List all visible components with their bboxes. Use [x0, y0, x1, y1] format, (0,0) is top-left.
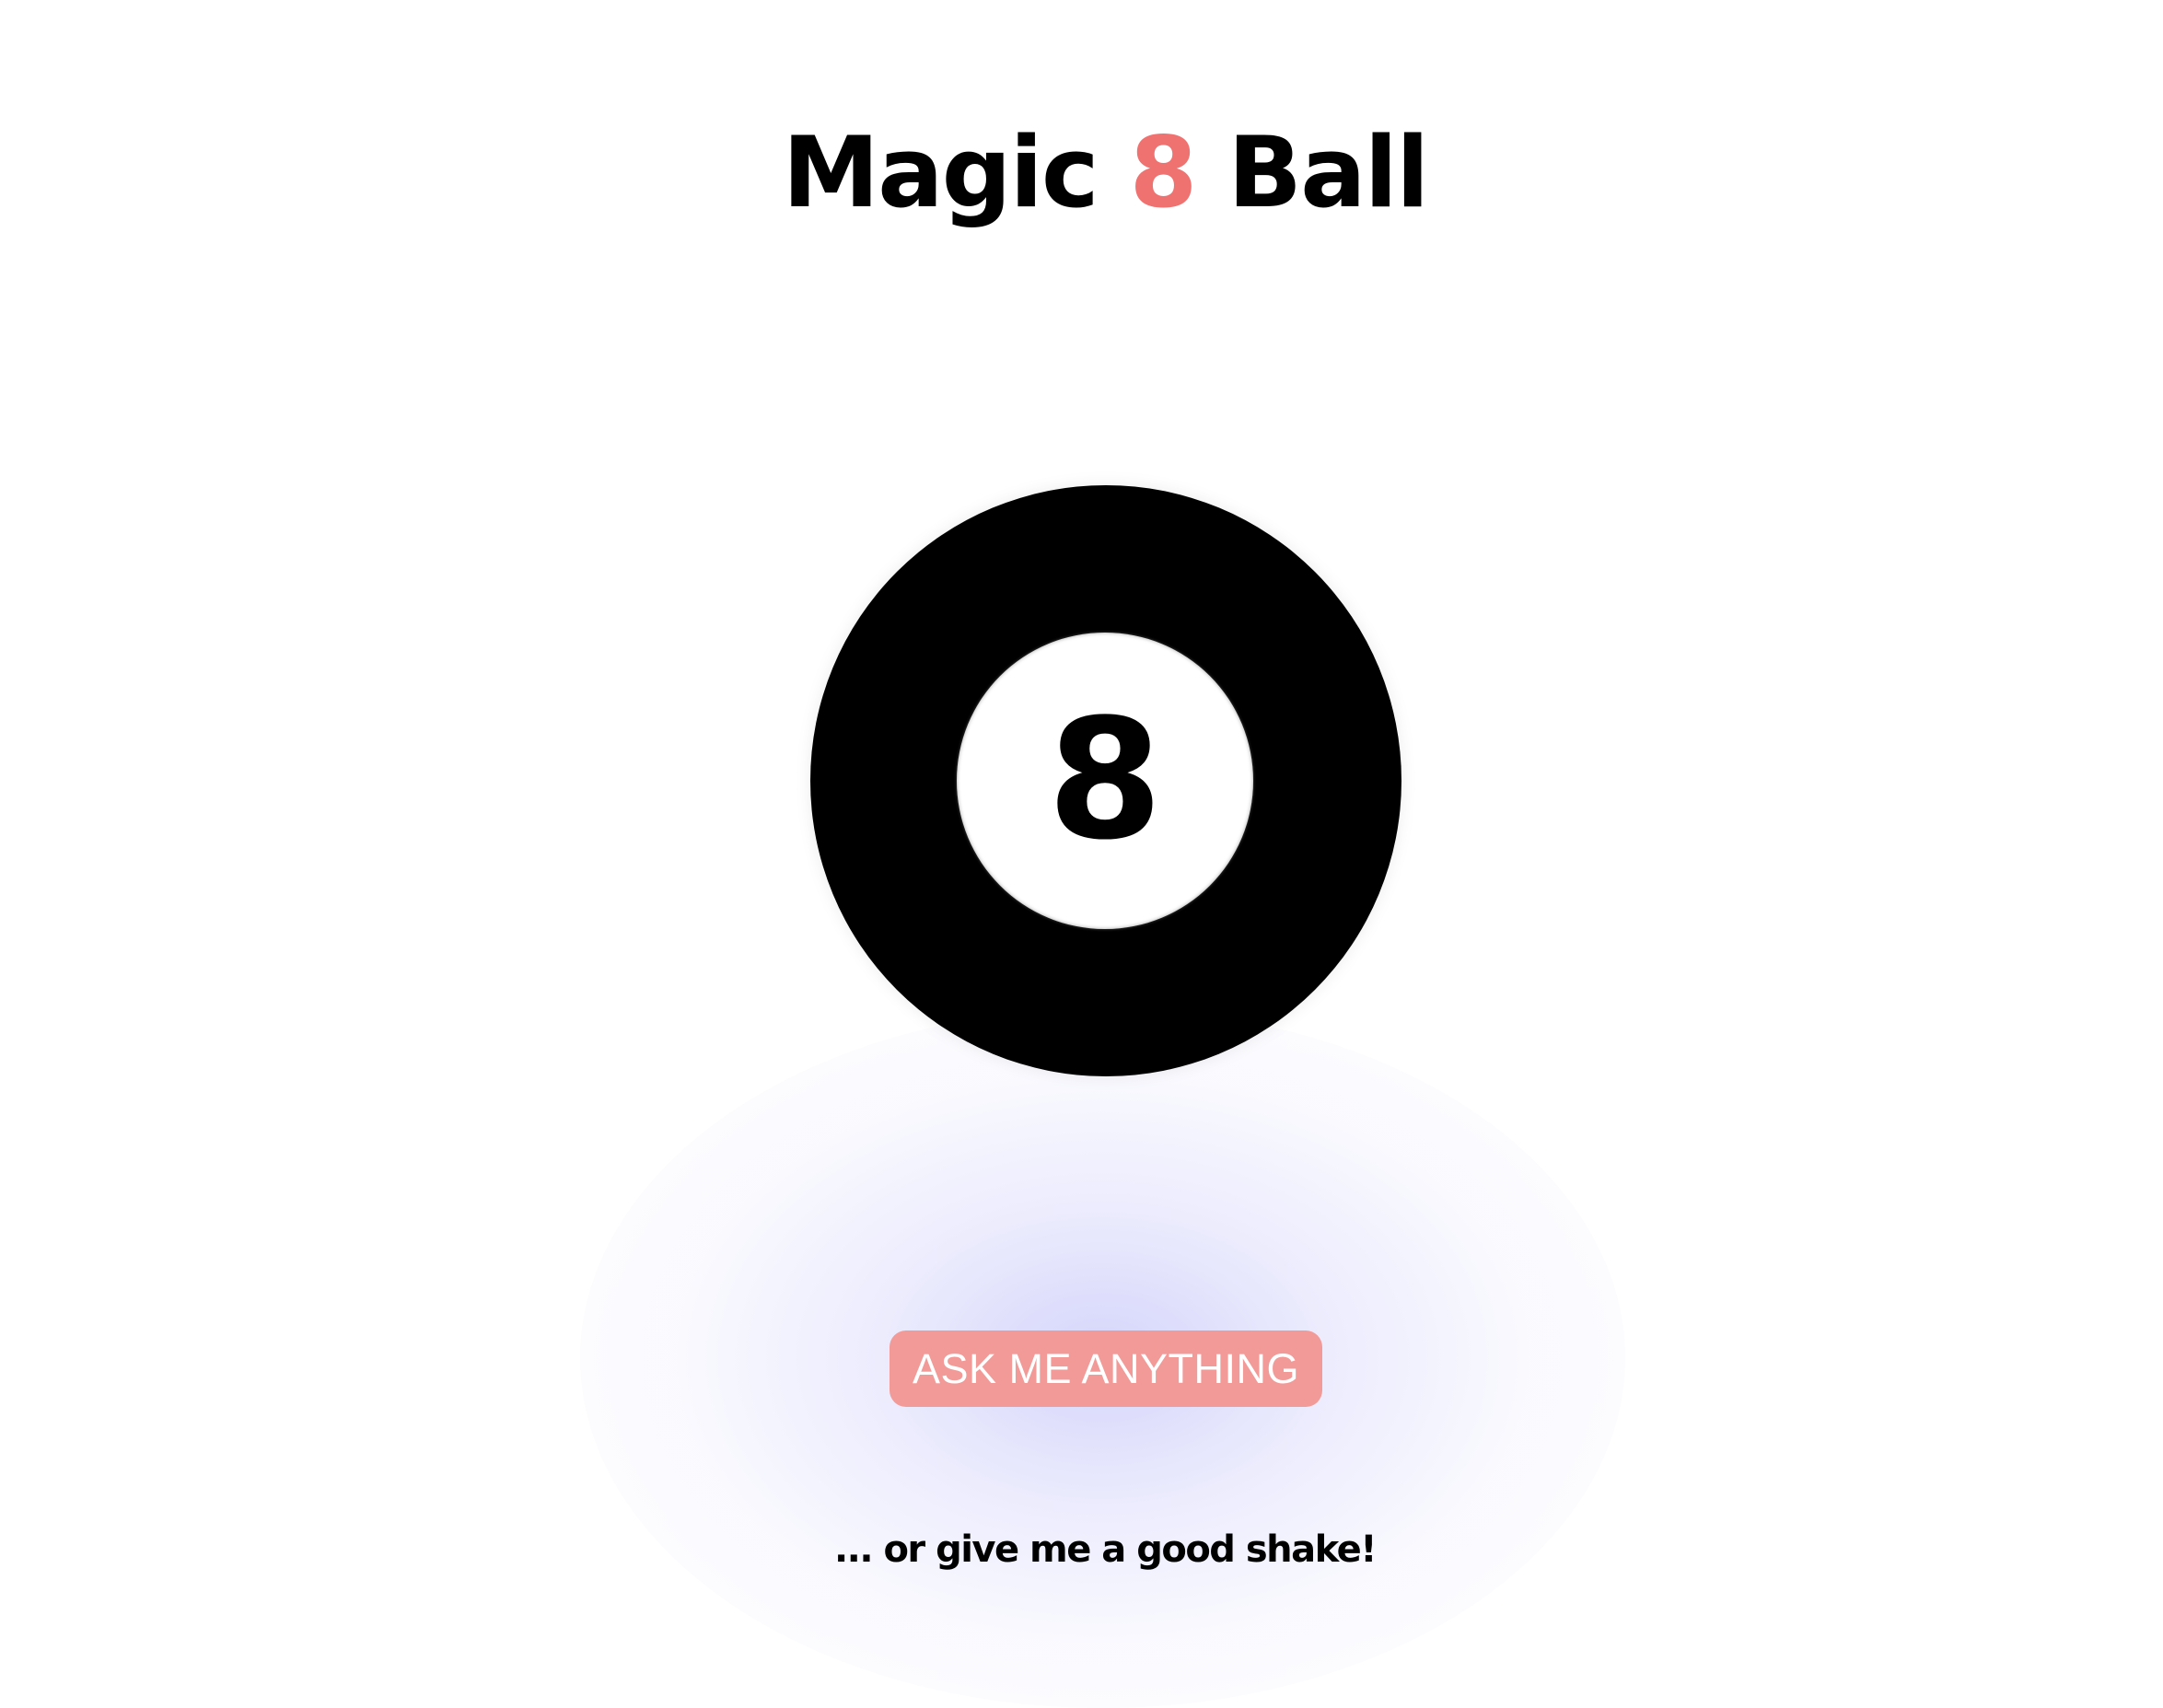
ball-window: 8	[957, 633, 1253, 929]
title-magic: Magic	[782, 116, 1130, 229]
page-title: Magic 8 Ball	[0, 109, 2163, 238]
title-eight: 8	[1129, 116, 1198, 229]
magic-8-ball[interactable]: 8	[810, 485, 1401, 1076]
ask-me-anything-button[interactable]: ASK ME ANYTHING	[890, 1330, 1322, 1407]
title-ball: Ball	[1195, 116, 1429, 229]
shake-hint: ... or give me a good shake!	[833, 1528, 1378, 1571]
ball-number: 8	[1047, 684, 1163, 877]
